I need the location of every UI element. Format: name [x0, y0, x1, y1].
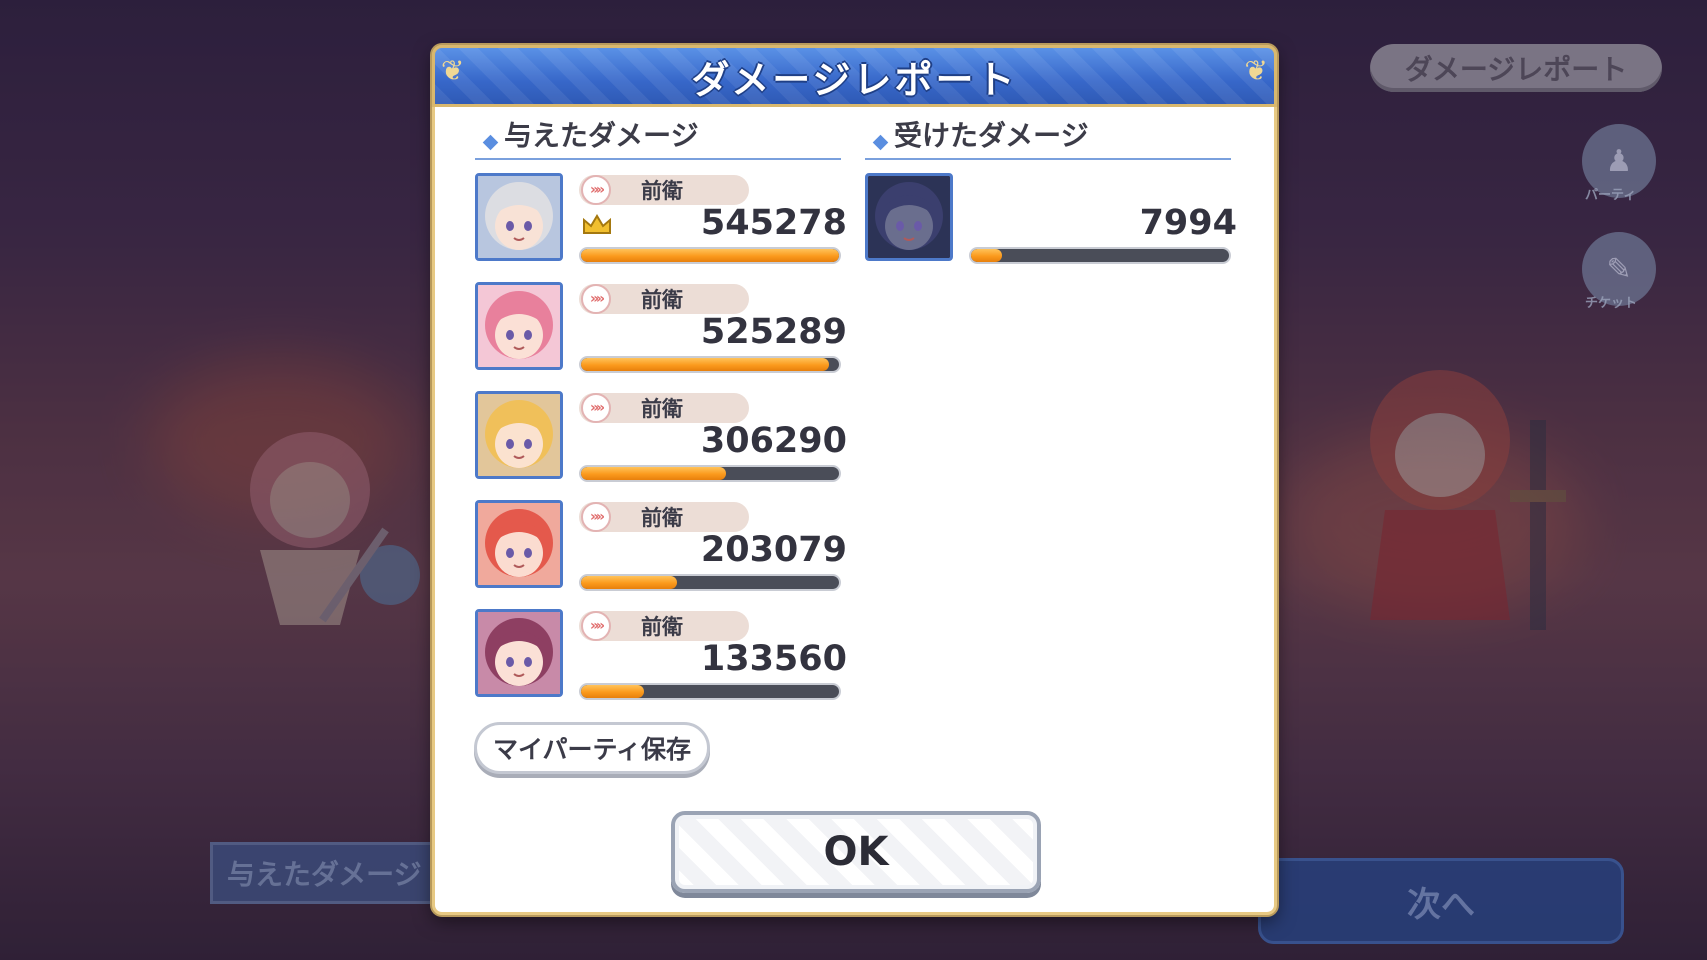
damage-value: 525289 — [700, 312, 847, 352]
crown-icon — [583, 214, 611, 234]
character-portrait-icon — [478, 394, 560, 476]
background-damage-report-button: ダメージレポート — [1370, 44, 1662, 92]
role-badge: »» 前衛 — [579, 502, 749, 532]
character-portrait — [475, 282, 563, 370]
dealt-damage-row: »» 前衛 525289 — [475, 282, 847, 378]
received-damage-row: 7994 — [865, 173, 1237, 269]
diamond-icon — [482, 134, 499, 151]
damage-value: 545278 — [700, 203, 847, 243]
damage-bar-fill — [971, 249, 1002, 262]
save-my-party-button[interactable]: マイパーティ保存 — [474, 722, 710, 774]
damage-value: 7994 — [1139, 203, 1237, 243]
background-next-button: 次へ — [1258, 858, 1624, 944]
corner-ornament-left-icon: ❦ — [441, 54, 465, 87]
chevrons-icon: »» — [581, 175, 611, 205]
dealt-damage-row: »» 前衛 133560 — [475, 609, 847, 705]
chevrons-icon: »» — [581, 502, 611, 532]
damage-report-dialog: ❦ ダメージレポート ❦ 与えたダメージ 受けたダメージ »» 前衛 545278»… — [432, 45, 1277, 915]
diamond-icon — [872, 134, 889, 151]
character-portrait-icon — [478, 612, 560, 694]
dealt-damage-row: »» 前衛 203079 — [475, 500, 847, 596]
damage-bar-fill — [581, 249, 839, 262]
dealt-damage-header: 与えたダメージ — [475, 118, 841, 160]
damage-bar-fill — [581, 467, 726, 480]
received-damage-header: 受けたダメージ — [865, 118, 1231, 160]
damage-value: 306290 — [700, 421, 847, 461]
dialog-header: ❦ ダメージレポート ❦ — [432, 45, 1277, 107]
role-badge: »» 前衛 — [579, 175, 749, 205]
damage-bar — [579, 356, 841, 373]
role-label: 前衛 — [641, 288, 683, 312]
damage-value: 133560 — [700, 639, 847, 679]
ticket-icon: ✎ — [1606, 251, 1632, 287]
character-portrait — [865, 173, 953, 261]
dialog-title: ダメージレポート — [691, 57, 1018, 102]
damage-bar — [579, 247, 841, 264]
chevrons-icon: »» — [581, 393, 611, 423]
received-damage-title: 受けたダメージ — [894, 119, 1089, 152]
chevrons-icon: »» — [581, 611, 611, 641]
dealt-damage-row: »» 前衛 306290 — [475, 391, 847, 487]
role-label: 前衛 — [641, 397, 683, 421]
damage-bar — [579, 574, 841, 591]
role-label: 前衛 — [641, 615, 683, 639]
chevrons-icon: »» — [581, 284, 611, 314]
dealt-damage-row: »» 前衛 545278 — [475, 173, 847, 269]
background-dealt-tab: 与えたダメージ — [210, 842, 440, 904]
damage-bar-fill — [581, 685, 645, 698]
damage-bar — [579, 465, 841, 482]
corner-ornament-right-icon: ❦ — [1244, 54, 1268, 87]
damage-bar-fill — [581, 576, 677, 589]
character-portrait — [475, 500, 563, 588]
role-badge: »» 前衛 — [579, 284, 749, 314]
character-portrait — [475, 391, 563, 479]
character-portrait — [475, 173, 563, 261]
character-portrait-icon — [478, 285, 560, 367]
role-label: 前衛 — [641, 179, 683, 203]
character-portrait-icon — [868, 176, 950, 258]
dealt-damage-title: 与えたダメージ — [504, 119, 699, 152]
role-badge: »» 前衛 — [579, 393, 749, 423]
party-icon: ♟ — [1605, 143, 1633, 179]
background-party-caption: パーティ — [1585, 188, 1637, 203]
character-portrait-icon — [478, 176, 560, 258]
character-portrait — [475, 609, 563, 697]
damage-bar — [969, 247, 1231, 264]
character-portrait-icon — [478, 503, 560, 585]
background-ticket-caption: チケット — [1585, 296, 1638, 311]
ok-button[interactable]: OK — [671, 811, 1041, 893]
damage-value: 203079 — [700, 530, 847, 570]
damage-bar — [579, 683, 841, 700]
role-label: 前衛 — [641, 506, 683, 530]
damage-bar-fill — [581, 358, 830, 371]
role-badge: »» 前衛 — [579, 611, 749, 641]
